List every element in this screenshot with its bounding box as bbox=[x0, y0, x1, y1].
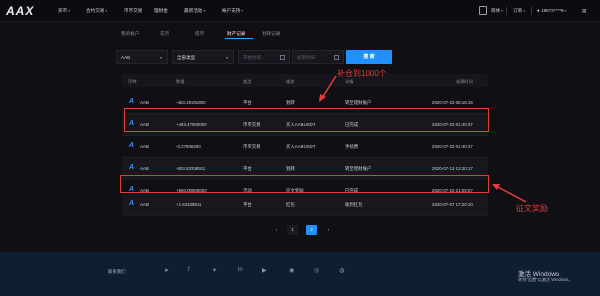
cell-type: 平台 bbox=[243, 100, 252, 105]
highlight-box bbox=[124, 108, 489, 132]
page-2-button[interactable]: 2 bbox=[306, 225, 317, 235]
cell-time: 2020-07-23 01:40:37 bbox=[432, 144, 473, 149]
column-header-amount: 数量 bbox=[176, 79, 185, 84]
annotation-arrow-top bbox=[319, 75, 337, 102]
nav-spot[interactable]: 币币交易 bbox=[124, 8, 142, 14]
nav-earn[interactable]: 理财金 bbox=[154, 8, 168, 14]
chevron-down-icon: ▾ bbox=[68, 9, 70, 13]
cell-description: 划转 bbox=[286, 166, 295, 171]
cell-type: 平台 bbox=[243, 202, 252, 207]
next-page-button[interactable]: › bbox=[323, 225, 334, 235]
cell-detail: 手续费 bbox=[345, 144, 359, 149]
type-select[interactable]: 全部类型 ▾ bbox=[172, 50, 234, 64]
nav-buy-crypto[interactable]: 买币▾ bbox=[58, 8, 70, 14]
cell-time: 2020-07-13 13:20:17 bbox=[432, 166, 473, 171]
highlight-box bbox=[120, 175, 489, 193]
chevron-down-icon: ▾ bbox=[523, 9, 525, 13]
divider bbox=[531, 7, 532, 15]
language-select[interactable]: 简体▾ bbox=[491, 8, 503, 14]
calendar-icon bbox=[334, 55, 339, 60]
nav-futures[interactable]: 合约交易▾ bbox=[86, 8, 107, 14]
cell-time: 2020-07-07 17:20:10 bbox=[432, 202, 473, 207]
cell-type: 币币交易 bbox=[243, 144, 261, 149]
tab-my-account[interactable]: 我的帐户 bbox=[121, 31, 139, 37]
cell-detail: 转至理财账户 bbox=[345, 100, 372, 105]
chevron-down-icon: ▾ bbox=[105, 9, 108, 13]
cell-coin: AAB bbox=[140, 144, 149, 149]
column-header-description: 描述 bbox=[286, 79, 295, 84]
cell-coin: AAB bbox=[140, 100, 149, 105]
column-header-type: 类型 bbox=[243, 79, 252, 84]
facebook-icon[interactable]: f bbox=[188, 267, 190, 273]
tab-asset-records[interactable]: 财产记录 bbox=[227, 31, 245, 37]
aab-coin-icon: A bbox=[129, 200, 135, 207]
chevron-down-icon: ▾ bbox=[241, 9, 244, 13]
annotation-top: 补仓到1000个 bbox=[337, 69, 387, 78]
user-menu[interactable]: ● 18873****6▾ bbox=[537, 8, 566, 13]
telegram-icon[interactable]: ➤ bbox=[164, 267, 169, 274]
nav-events[interactable]: 最新活动▾ bbox=[184, 8, 205, 14]
nav-support[interactable]: 帐户支持▾ bbox=[222, 8, 243, 14]
tab-withdraw[interactable]: 提币 bbox=[195, 31, 204, 37]
linkedin-icon[interactable]: in bbox=[238, 267, 243, 273]
cell-amount: -503.53338911 bbox=[176, 166, 206, 171]
calendar-icon bbox=[280, 55, 285, 60]
cell-time: 2020-07-23 08:18:15 bbox=[432, 100, 473, 105]
reddit-icon[interactable]: ◉ bbox=[289, 267, 294, 274]
annotation-right: 征文奖励 bbox=[516, 204, 548, 213]
weibo-icon[interactable]: ◎ bbox=[314, 267, 319, 274]
footer: 联系我们 ➤ f ✦ in ▶ ◉ ◎ ◍ bbox=[0, 252, 600, 296]
active-tab-indicator bbox=[225, 38, 253, 39]
cell-description: 划转 bbox=[286, 100, 295, 105]
cell-type: 平台 bbox=[243, 166, 252, 171]
cell-description: 买入AABUSDT bbox=[286, 144, 316, 149]
type-select-value: 全部类型 bbox=[177, 55, 196, 60]
page: AAX 买币▾ 合约交易▾ 币币交易 理财金 最新活动▾ 帐户支持▾ 简体▾ 订… bbox=[0, 0, 600, 296]
search-button[interactable]: 搜 索 bbox=[346, 50, 392, 64]
cell-amount: +1.53338911 bbox=[176, 202, 202, 207]
top-nav: AAX 买币▾ 合约交易▾ 币币交易 理财金 最新活动▾ 帐户支持▾ 简体▾ 订… bbox=[0, 0, 600, 22]
tab-transfer-records[interactable]: 划转记录 bbox=[262, 31, 280, 37]
column-header-created-time: 创建时间 bbox=[456, 79, 473, 84]
chevron-down-icon: ▾ bbox=[564, 9, 567, 13]
aab-coin-icon: A bbox=[129, 98, 135, 105]
coin-select-value: AAB bbox=[121, 55, 131, 60]
cell-amount: -0.27808200 bbox=[176, 144, 201, 149]
aab-coin-icon: A bbox=[129, 142, 135, 149]
chevron-down-icon: ▾ bbox=[203, 9, 206, 13]
end-date-placeholder: 结束时间 bbox=[297, 55, 316, 60]
divider bbox=[506, 7, 507, 15]
chevron-down-icon: ▾ bbox=[226, 55, 229, 60]
aab-coin-icon: A bbox=[129, 164, 135, 171]
table-row: A AAB +1.53338911 平台 红包 收到红包 2020-07-07 … bbox=[122, 194, 488, 216]
logo[interactable]: AAX bbox=[6, 4, 34, 18]
end-date-input[interactable]: 结束时间 bbox=[292, 50, 344, 64]
twitter-icon[interactable]: ✦ bbox=[212, 267, 217, 274]
cell-coin: AAB bbox=[140, 202, 149, 207]
cell-description: 红包 bbox=[286, 202, 295, 207]
contact-us-label: 联系我们 bbox=[108, 269, 126, 274]
coin-select[interactable]: AAB ▾ bbox=[116, 50, 168, 64]
cell-coin: AAB bbox=[140, 166, 149, 171]
download-icon[interactable] bbox=[479, 6, 487, 15]
chevron-down-icon: ▾ bbox=[501, 9, 503, 13]
chevron-down-icon: ▾ bbox=[160, 55, 163, 60]
page-1-button[interactable]: 1 bbox=[287, 225, 298, 235]
column-header-coin: 币种 bbox=[128, 79, 137, 84]
orders-menu[interactable]: 订单▾ bbox=[513, 8, 525, 14]
cell-detail: 转至理财账户 bbox=[345, 166, 372, 171]
cell-amount: -463.19191800 bbox=[176, 100, 206, 105]
user-icon: ● bbox=[537, 8, 540, 13]
wallet-icon[interactable]: ▤ bbox=[582, 8, 586, 14]
windows-activation-subtitle: 转到“设置”以激活 Windows。 bbox=[518, 277, 573, 282]
start-date-placeholder: 开始时间 bbox=[243, 55, 262, 60]
prev-page-button[interactable]: ‹ bbox=[271, 225, 282, 235]
table-row: A AAB -0.27808200 币币交易 买入AABUSDT 手续费 202… bbox=[122, 136, 488, 158]
tab-deposit[interactable]: 充币 bbox=[160, 31, 169, 37]
column-header-detail: 详情 bbox=[345, 79, 354, 84]
wechat-icon[interactable]: ◍ bbox=[339, 267, 344, 274]
cell-detail: 收到红包 bbox=[345, 202, 363, 207]
youtube-icon[interactable]: ▶ bbox=[262, 267, 267, 274]
start-date-input[interactable]: 开始时间 bbox=[238, 50, 290, 64]
